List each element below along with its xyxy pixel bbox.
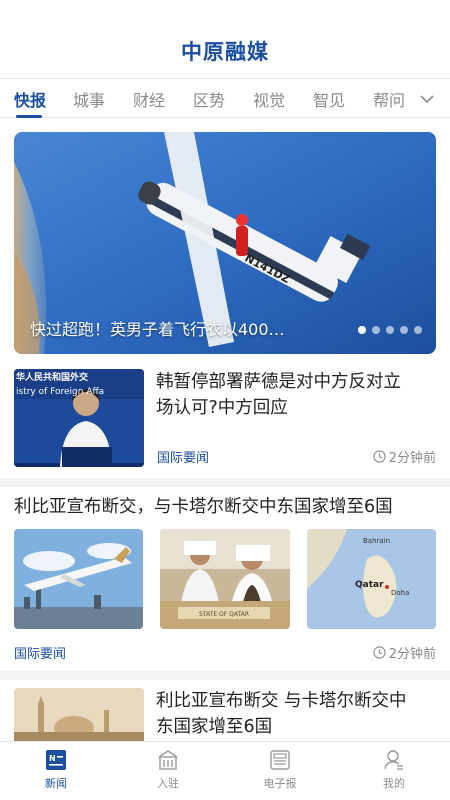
clock-icon [373,646,386,659]
desk-name-plate: STATE OF QATAR [199,611,249,618]
nav-mine[interactable]: 我的 [354,748,434,791]
category-tag[interactable]: 国际要闻 [14,643,66,662]
carousel-dot[interactable] [386,326,394,334]
chevron-down-icon [420,94,434,103]
news-thumbnail: 华人民共和国外交 istry of Foreign Affa [14,369,144,467]
building-icon [158,750,178,770]
tab-bangwen[interactable]: 帮问 [373,87,405,111]
tab-zhijian[interactable]: 智见 [313,87,345,111]
bottom-navigation: N 新闻 入驻 电子报 我的 [0,741,450,800]
svg-text:N: N [49,754,56,763]
news-thumbnail[interactable] [14,688,144,741]
nav-label: 新闻 [45,777,67,790]
thumb-backdrop-text-1: 华人民共和国外交 [16,371,88,383]
category-tabs: 快报 城事 财经 区势 视觉 智见 帮问 [0,78,450,118]
nav-e-paper[interactable]: 电子报 [240,748,320,791]
expand-tabs-button[interactable] [414,87,440,111]
tab-chengshi[interactable]: 城事 [73,87,105,111]
news-title-line: 利比亚宣布断交 与卡塔尔断交中 [156,691,407,711]
publish-time: 2分钟前 [373,447,436,466]
news-title[interactable]: 利比亚宣布断交 与卡塔尔断交中 东国家增至6国 [156,688,438,740]
map-thumbnail-image: Bahrain Qatar Doha [307,529,436,629]
news-item[interactable]: 华人民共和国外交 istry of Foreign Affa 韩暂停部署萨德是对… [14,369,436,467]
news-title-line: 东国家增至6国 [156,717,273,737]
map-label: Qatar [355,580,384,590]
app-header: 中原融媒 [0,0,450,78]
news-icon: N [46,750,66,770]
tab-kuaibao[interactable]: 快报 [14,87,46,111]
summit-thumbnail-image: STATE OF QATAR [160,529,290,629]
news-title-line: 韩暂停部署萨德是对中方反对立 [156,372,401,392]
nav-label: 电子报 [263,777,297,790]
tab-caijing[interactable]: 财经 [133,87,165,111]
carousel-dots [358,326,422,334]
carousel-dot[interactable] [358,326,366,334]
user-icon [384,750,403,770]
nav-news[interactable]: N 新闻 [16,748,96,791]
banner-caption: 快过超跑！英男子着飞行衣以400… [30,320,285,339]
publish-time: 2分钟前 [373,643,436,662]
active-tab-indicator [16,115,42,118]
carousel-dot[interactable] [400,326,408,334]
category-tag[interactable]: 国际要闻 [157,447,209,466]
clock-icon [373,450,386,463]
nav-label: 入驻 [157,777,179,790]
map-label: Doha [391,589,409,597]
tab-qushi[interactable]: 区势 [193,87,225,111]
carousel-dot[interactable] [372,326,380,334]
map-label: Bahrain [363,537,390,545]
time-label: 2分钟前 [388,647,436,662]
news-thumbnail[interactable]: Bahrain Qatar Doha [307,529,436,629]
section-divider [0,671,450,680]
newspaper-icon [270,750,290,770]
news-thumbnail[interactable] [14,529,143,629]
carousel-dot[interactable] [414,326,422,334]
news-title-line: 场认可?中方回应 [156,398,288,418]
news-title: 韩暂停部署萨德是对中方反对立 场认可?中方回应 [156,369,440,421]
news-title[interactable]: 利比亚宣布断交，与卡塔尔断交中东国家增至6国 [14,494,438,520]
time-label: 2分钟前 [388,451,436,466]
airplane-thumbnail-image [14,529,143,629]
app-title: 中原融媒 [181,40,269,64]
nav-label: 我的 [383,777,405,790]
tab-shijue[interactable]: 视觉 [253,87,285,111]
section-divider [0,478,450,487]
banner-carousel[interactable]: N141DZ 快过超跑！英男子着飞行衣以400… [14,132,436,354]
thumbnail-image: 华人民共和国外交 istry of Foreign Affa [14,369,144,467]
nav-settle-in[interactable]: 入驻 [128,748,208,791]
news-thumbnail[interactable]: STATE OF QATAR [160,529,290,629]
city-thumbnail-image [14,688,144,741]
thumb-backdrop-text-2: istry of Foreign Affa [16,387,104,397]
